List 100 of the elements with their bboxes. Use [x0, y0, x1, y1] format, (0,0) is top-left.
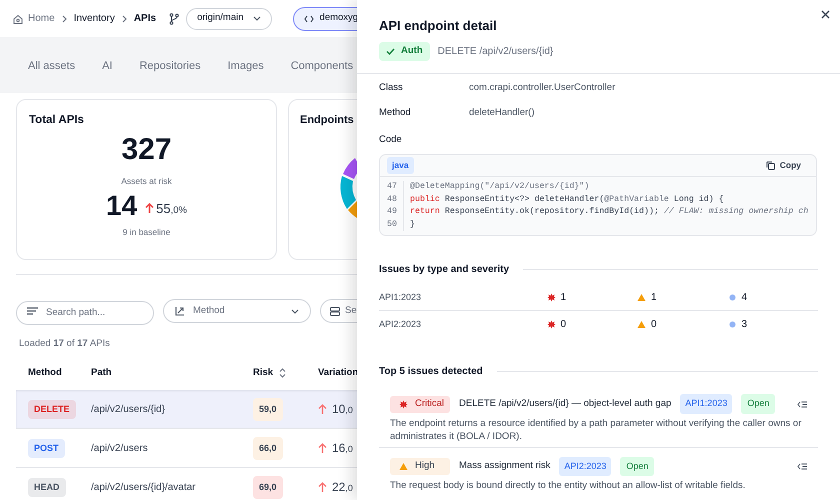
code-line: public ResponseEntity<?> deleteHandler(@PathVariable Long id) { — [409, 194, 724, 206]
copy-icon — [766, 161, 775, 170]
tab[interactable]: AI — [102, 61, 112, 72]
method-badge: POST — [28, 438, 65, 458]
baseline-text: 9 in baseline — [122, 226, 170, 239]
tab[interactable]: Repositories — [139, 61, 201, 72]
risk-badge: 66,0 — [253, 436, 283, 460]
home-icon — [13, 14, 23, 24]
arrow-up-icon — [145, 202, 154, 214]
indent-list-icon — [797, 400, 808, 408]
burst-icon — [546, 293, 556, 302]
method-badge: HEAD — [28, 478, 66, 497]
severity-badge: High — [390, 458, 450, 475]
table-cell: /api/v2/users — [91, 442, 148, 454]
warning-triangle-icon — [637, 293, 646, 302]
auth-badge: Auth — [379, 42, 430, 60]
loaded-count: Loaded 17 of 17 APIs — [19, 337, 110, 351]
chevron-right-icon — [122, 14, 127, 22]
risk-badge: 59,0 — [253, 398, 283, 421]
status-tag: Open — [620, 456, 654, 476]
line-number: 50 — [387, 220, 397, 229]
table-row[interactable]: DELETE /api/v2/users/{id} 59,0 10,0 — [16, 390, 357, 430]
line-number: 49 — [387, 207, 397, 216]
variation-value: 22,0 — [332, 479, 353, 496]
count-value: 3 — [742, 318, 748, 332]
endpoint-text: DELETE /api/v2/users/{id} — [438, 44, 554, 58]
arrow-up-icon — [318, 482, 327, 493]
check-icon — [386, 48, 395, 54]
collapse-button[interactable] — [797, 463, 808, 470]
filter-lines-icon — [27, 307, 38, 315]
issue-title: Mass assignment risk — [459, 459, 550, 474]
issue-description: The endpoint returns a resource identified by a path parameter without verifying the caller owns or administrates it (BOLA / IDOR). — [390, 416, 802, 443]
code-line: } — [409, 218, 415, 231]
server-icon — [330, 306, 340, 316]
arrow-up-icon — [318, 404, 327, 415]
total-count: 327 — [121, 135, 172, 166]
category-tag: API2:2023 — [559, 456, 612, 476]
severity-badge: Critical — [390, 396, 450, 412]
count-value: 1 — [651, 291, 657, 306]
variation-value: 10,0 — [332, 401, 353, 418]
line-number: 48 — [387, 194, 397, 204]
chevron-down-icon — [252, 16, 261, 21]
code-line: @DeleteMapping("/api/v2/users/{id}") — [409, 181, 590, 194]
count-value: 0 — [651, 318, 657, 332]
copy-button[interactable]: Copy — [766, 159, 801, 172]
branch-icon — [169, 12, 180, 24]
category-label: API1:2023 — [379, 291, 422, 304]
breadcrumb-current: APIs — [134, 12, 156, 26]
change-percent: 55,0% — [156, 200, 187, 218]
panel-title: API endpoint detail — [379, 17, 497, 35]
stat-label: Assets at risk — [121, 175, 172, 188]
table-cell: /api/v2/users/{id}/avatar — [91, 482, 196, 493]
chevron-right-icon — [62, 14, 67, 22]
code-icon — [304, 14, 314, 22]
issue-description: The request body is bound directly to the entity without an allow-list of writable fields. — [390, 479, 746, 492]
warning-triangle-icon — [637, 320, 646, 329]
table-cell: /api/v2/users/{id} — [91, 404, 165, 415]
burst-icon — [399, 400, 408, 408]
burst-icon — [546, 320, 556, 329]
tab[interactable]: Components — [290, 61, 354, 72]
sort-icon — [279, 368, 286, 378]
close-icon[interactable] — [821, 10, 830, 19]
card-title: Endpoints — [300, 113, 354, 128]
field-label: Code — [379, 133, 402, 147]
field-value: deleteHandler() — [469, 106, 534, 120]
method-dropdown[interactable]: Method — [163, 299, 311, 323]
column-header: Method — [28, 366, 62, 380]
risk-badge: 69,0 — [253, 476, 283, 499]
column-header: Path — [91, 366, 112, 380]
category-label: API2:2023 — [379, 318, 422, 330]
search-field[interactable]: Search path... — [16, 300, 154, 324]
status-tag: Open — [741, 394, 776, 414]
indent-list-icon — [797, 463, 808, 470]
warning-triangle-icon — [399, 462, 408, 471]
tab[interactable]: Images — [228, 61, 264, 72]
field-label: Method — [379, 106, 412, 120]
field-label: Class — [379, 81, 404, 96]
card-title: Total APIs — [29, 113, 84, 128]
count-value: 4 — [742, 291, 748, 306]
branch-dropdown[interactable]: origin/main — [186, 8, 272, 30]
category-tag: API1:2023 — [680, 394, 732, 414]
section-title: Top 5 issues detected — [379, 365, 483, 380]
column-header[interactable]: Risk — [253, 366, 274, 380]
breadcrumb-link[interactable]: Home — [13, 11, 55, 26]
dot-icon — [728, 320, 737, 329]
breadcrumb-link[interactable]: Inventory — [74, 11, 115, 26]
arrow-up-icon — [318, 442, 327, 454]
collapse-button[interactable] — [797, 400, 808, 408]
risk-count: 14 — [106, 192, 138, 220]
dot-icon — [728, 293, 737, 302]
tab[interactable]: All assets — [28, 61, 76, 72]
code-line: return ResponseEntity.ok(repository.findById(id)); // FLAW: missing ownership ch — [409, 206, 808, 218]
language-tag: java — [387, 157, 414, 174]
chevron-down-icon — [291, 308, 299, 314]
variation-value: 16,0 — [332, 440, 353, 458]
count-value: 0 — [560, 318, 566, 332]
line-number: 47 — [387, 182, 397, 192]
issue-title: DELETE /api/v2/users/{id} — object-level auth gap — [459, 396, 672, 411]
method-badge: DELETE — [28, 400, 76, 419]
section-title: Issues by type and severity — [379, 263, 510, 278]
